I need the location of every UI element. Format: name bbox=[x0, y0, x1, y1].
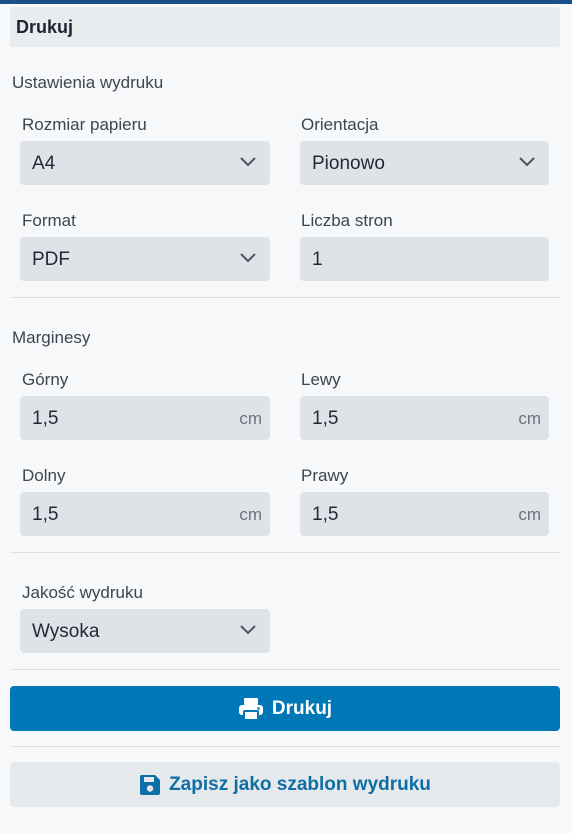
print-settings-section-label: Ustawienia wydruku bbox=[12, 73, 164, 92]
paper-size-value: A4 bbox=[32, 153, 56, 174]
chevron-down-icon bbox=[240, 253, 256, 263]
page-count-value: 1 bbox=[312, 249, 323, 270]
floppy-disk-icon bbox=[140, 774, 161, 795]
print-button-label: Drukuj bbox=[271, 697, 333, 719]
save-template-button-label: Zapisz jako szablon wydruku bbox=[169, 773, 431, 795]
format-value: PDF bbox=[32, 249, 70, 270]
top-accent-bar bbox=[0, 0, 572, 4]
printer-icon bbox=[238, 697, 263, 721]
divider bbox=[10, 552, 560, 553]
divider bbox=[10, 669, 560, 670]
margin-bottom-value: 1,5 bbox=[32, 504, 59, 525]
margin-left-unit: cm bbox=[518, 409, 541, 428]
quality-label: Jakość wydruku bbox=[22, 583, 143, 602]
quality-value: Wysoka bbox=[32, 621, 100, 642]
divider bbox=[10, 746, 560, 747]
margin-right-value: 1,5 bbox=[312, 504, 339, 525]
paper-size-select[interactable]: A4 bbox=[20, 141, 270, 185]
chevron-down-icon bbox=[240, 157, 256, 167]
margin-bottom-label: Dolny bbox=[22, 466, 66, 485]
margin-right-label: Prawy bbox=[301, 466, 349, 485]
paper-size-label: Rozmiar papieru bbox=[22, 115, 147, 134]
margin-left-input[interactable]: 1,5 cm bbox=[300, 396, 549, 440]
orientation-select[interactable]: Pionowo bbox=[300, 141, 549, 185]
chevron-down-icon bbox=[240, 625, 256, 635]
chevron-down-icon bbox=[519, 157, 535, 167]
margin-top-label: Górny bbox=[22, 370, 69, 389]
orientation-value: Pionowo bbox=[312, 153, 385, 174]
margin-top-input[interactable]: 1,5 cm bbox=[20, 396, 270, 440]
panel-title: Drukuj bbox=[16, 17, 74, 37]
print-button[interactable]: Drukuj bbox=[10, 686, 560, 731]
quality-select[interactable]: Wysoka bbox=[20, 609, 270, 653]
margin-bottom-input[interactable]: 1,5 cm bbox=[20, 492, 270, 536]
margin-left-value: 1,5 bbox=[312, 408, 339, 429]
margin-top-value: 1,5 bbox=[32, 408, 59, 429]
format-label: Format bbox=[22, 211, 76, 230]
save-template-button[interactable]: Zapisz jako szablon wydruku bbox=[10, 762, 560, 807]
panel-header: Drukuj bbox=[10, 7, 560, 47]
margin-top-unit: cm bbox=[239, 409, 262, 428]
margins-section-label: Marginesy bbox=[12, 328, 91, 347]
margin-bottom-unit: cm bbox=[239, 505, 262, 524]
margin-right-unit: cm bbox=[518, 505, 541, 524]
format-select[interactable]: PDF bbox=[20, 237, 270, 281]
page-count-label: Liczba stron bbox=[301, 211, 393, 230]
divider bbox=[10, 297, 560, 298]
page-count-input[interactable]: 1 bbox=[300, 237, 549, 281]
orientation-label: Orientacja bbox=[301, 115, 379, 134]
margin-left-label: Lewy bbox=[301, 370, 341, 389]
margin-right-input[interactable]: 1,5 cm bbox=[300, 492, 549, 536]
